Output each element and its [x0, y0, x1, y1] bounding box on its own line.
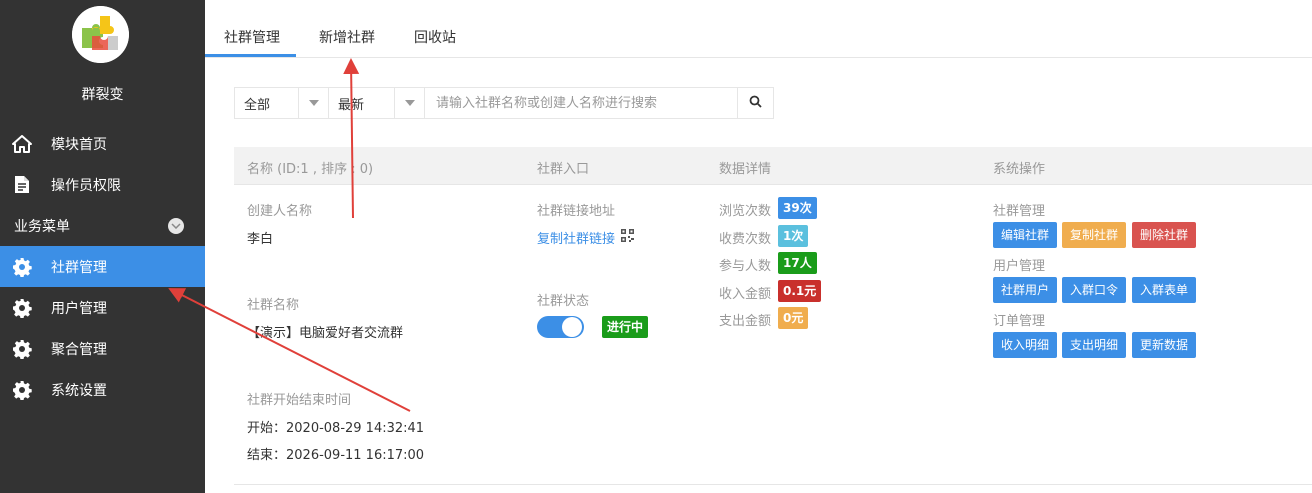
- join-password-button[interactable]: 入群口令: [1062, 277, 1127, 303]
- tab-group-management[interactable]: 社群管理: [224, 27, 280, 47]
- link-label: 社群链接地址: [537, 204, 616, 219]
- stat-views-label: 浏览次数: [719, 204, 772, 219]
- sidebar-item-label: 模块首页: [51, 136, 107, 153]
- home-icon: [11, 133, 33, 155]
- table-header: 名称 (ID:1 , 排序 : 0) 社群入口 数据详情 系统操作: [234, 147, 1312, 185]
- ops-group-title: 社群管理: [993, 204, 1046, 219]
- gear-icon: [11, 379, 33, 401]
- search-button[interactable]: [738, 87, 774, 119]
- search-icon: [749, 95, 762, 112]
- copy-link-button[interactable]: 复制社群链接: [537, 228, 615, 247]
- start-time: 开始：2020-08-29 14:32:41: [247, 421, 425, 436]
- sidebar-item-aggregate-management[interactable]: 聚合管理: [0, 328, 205, 369]
- document-icon: [11, 174, 33, 196]
- tab-add-group[interactable]: 新增社群: [319, 27, 375, 47]
- sidebar-item-label: 聚合管理: [51, 341, 107, 358]
- scope-select[interactable]: 全部: [234, 87, 329, 119]
- sidebar-item-label: 系统设置: [51, 382, 107, 399]
- chevron-down-icon: [394, 88, 424, 118]
- creator-name: 李白: [247, 232, 274, 247]
- stat-expense-label: 支出金额: [719, 314, 772, 329]
- status-label: 社群状态: [537, 294, 590, 309]
- stat-participants-label: 参与人数: [719, 259, 772, 274]
- income-detail-button[interactable]: 收入明细: [993, 332, 1058, 358]
- sidebar-item-group-management[interactable]: 社群管理: [0, 246, 205, 287]
- stat-paid-badge: 1次: [778, 225, 809, 247]
- stat-expense-badge: 0元: [778, 307, 809, 329]
- section-label: 业务菜单: [14, 219, 70, 235]
- chevron-down-icon: [168, 218, 184, 234]
- header-name: 名称 (ID:1 , 排序 : 0): [247, 162, 374, 177]
- business-menu-header[interactable]: 业务菜单: [0, 212, 205, 240]
- sidebar: 群裂变 模块首页 操作员权限 业务菜单 社群管理 用户管理 聚合管理 系统设置: [0, 0, 205, 493]
- sidebar-item-user-management[interactable]: 用户管理: [0, 287, 205, 328]
- join-form-button[interactable]: 入群表单: [1132, 277, 1197, 303]
- stat-paid-label: 收费次数: [719, 232, 772, 247]
- status-badge: 进行中: [602, 316, 649, 338]
- header-data-details: 数据详情: [719, 162, 772, 177]
- group-users-button[interactable]: 社群用户: [993, 277, 1058, 303]
- stat-participants-badge: 17人: [778, 252, 817, 274]
- expense-detail-button[interactable]: 支出明细: [1062, 332, 1127, 358]
- delete-group-button[interactable]: 删除社群: [1132, 222, 1197, 248]
- header-system-ops: 系统操作: [993, 162, 1046, 177]
- sidebar-item-module-home[interactable]: 模块首页: [0, 123, 205, 164]
- end-time: 结束：2026-09-11 16:17:00: [247, 448, 425, 463]
- sidebar-item-label: 操作员权限: [51, 177, 121, 194]
- search-bar: 全部 最新: [234, 87, 774, 119]
- search-input[interactable]: [425, 87, 738, 119]
- qrcode-icon[interactable]: [621, 229, 634, 246]
- stat-views-badge: 39次: [778, 197, 817, 219]
- sort-select-value: 最新: [338, 97, 365, 113]
- gear-icon: [11, 256, 33, 278]
- status-toggle[interactable]: [537, 316, 584, 338]
- sidebar-item-label: 社群管理: [51, 259, 107, 276]
- header-entry: 社群入口: [537, 162, 590, 177]
- gear-icon: [11, 297, 33, 319]
- group-name: 【演示】电脑爱好者交流群: [247, 326, 404, 341]
- ops-order-title: 订单管理: [993, 314, 1046, 329]
- tab-recycle-bin[interactable]: 回收站: [414, 27, 456, 47]
- stat-income-badge: 0.1元: [778, 280, 822, 302]
- group-name-label: 社群名称: [247, 298, 300, 313]
- time-range-label: 社群开始结束时间: [247, 393, 352, 408]
- sidebar-item-label: 用户管理: [51, 300, 107, 317]
- sidebar-item-system-settings[interactable]: 系统设置: [0, 369, 205, 410]
- active-tab-indicator: [205, 54, 296, 57]
- sort-select[interactable]: 最新: [329, 87, 425, 119]
- sidebar-item-operator-permissions[interactable]: 操作员权限: [0, 164, 205, 205]
- edit-group-button[interactable]: 编辑社群: [993, 222, 1058, 248]
- ops-user-title: 用户管理: [993, 259, 1046, 274]
- app-logo: [72, 6, 129, 63]
- scope-select-value: 全部: [244, 97, 271, 113]
- chevron-down-icon: [298, 88, 328, 118]
- creator-label: 创建人名称: [247, 204, 313, 219]
- table-row-divider: [234, 484, 1312, 485]
- refresh-data-button[interactable]: 更新数据: [1132, 332, 1197, 358]
- app-name: 群裂变: [81, 87, 124, 103]
- copy-group-button[interactable]: 复制社群: [1062, 222, 1127, 248]
- stat-income-label: 收入金额: [719, 287, 772, 302]
- toggle-knob: [562, 317, 582, 337]
- gear-icon: [11, 338, 33, 360]
